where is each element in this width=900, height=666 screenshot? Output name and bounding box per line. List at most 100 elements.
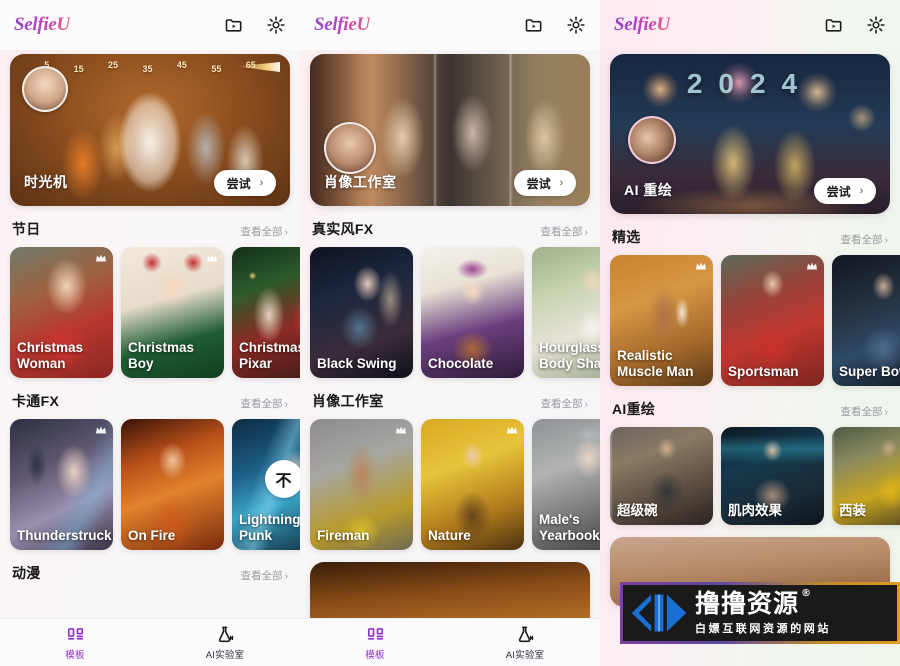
section-header: 精选 查看全部 ›: [600, 214, 900, 255]
template-card[interactable]: 西装: [832, 427, 900, 525]
hero-banner-ai-redraw[interactable]: 2024 AI 重绘 尝试 ›: [610, 54, 890, 214]
section-see-all[interactable]: 查看全部 ›: [841, 232, 889, 247]
card-row[interactable]: Thunderstruck On Fire 不 Lightning Punk: [0, 419, 300, 550]
app-logo: SelfieU: [314, 14, 370, 35]
template-card[interactable]: Hourglass Body Shape: [532, 247, 600, 378]
hero-banner-time-machine[interactable]: 5 15 25 35 45 55 65 时光机 尝试 ›: [10, 54, 290, 206]
hero-label: 时光机: [24, 174, 68, 190]
card-title: 超级碗: [617, 503, 658, 519]
header-actions: [224, 15, 286, 35]
card-title: Realistic Muscle Man: [617, 348, 694, 380]
tab-label: 模板: [65, 649, 85, 661]
flask-icon: [516, 625, 535, 644]
template-card[interactable]: Sportsman: [721, 255, 824, 386]
section-see-all[interactable]: 查看全部 ›: [841, 404, 889, 419]
ruler-tick: 15: [73, 64, 84, 74]
app-header: SelfieU: [600, 0, 900, 50]
bottom-tabbar: 模板 AI实验室: [0, 618, 300, 666]
card-title: Thunderstruck: [17, 528, 112, 544]
hero-label: 肖像工作室: [324, 174, 397, 190]
card-row[interactable]: 超级碗 肌肉效果 西装: [600, 427, 900, 525]
see-all-label: 查看全部: [840, 406, 883, 418]
app-header: SelfieU: [300, 0, 600, 50]
video-folder-icon[interactable]: [224, 15, 244, 35]
hero-banner-portrait-studio[interactable]: 肖像工作室 尝试 ›: [310, 54, 590, 206]
flask-icon: [216, 625, 235, 644]
gear-icon[interactable]: [866, 15, 886, 35]
ruler-tick: 45: [176, 60, 187, 70]
hero-try-button[interactable]: 尝试 ›: [814, 178, 876, 204]
chevron-right-icon: ›: [559, 177, 564, 189]
section-header: 动漫 查看全部 ›: [0, 550, 300, 591]
section-see-all[interactable]: 查看全部 ›: [241, 224, 289, 239]
gear-icon[interactable]: [266, 15, 286, 35]
section-title: 真实风FX: [312, 221, 374, 237]
chevron-right-icon: ›: [284, 225, 289, 238]
card-row[interactable]: Realistic Muscle Man Sportsman Super Bow…: [600, 255, 900, 386]
tab-ai-lab[interactable]: AI实验室: [150, 625, 300, 661]
header-actions: [824, 15, 886, 35]
template-card[interactable]: Male's Yearbook: [532, 419, 600, 550]
hero-label: AI 重绘: [624, 182, 673, 198]
card-title: Christmas Boy: [128, 340, 195, 372]
tab-ai-lab[interactable]: AI实验室: [450, 625, 600, 661]
template-card[interactable]: On Fire: [121, 419, 224, 550]
template-card[interactable]: Super Bowl: [832, 255, 900, 386]
card-title: Super Bowl: [839, 364, 900, 380]
template-card[interactable]: 肌肉效果: [721, 427, 824, 525]
crown-icon: [506, 425, 518, 435]
card-title: Chocolate: [428, 356, 494, 372]
template-icon: [66, 625, 85, 644]
template-card[interactable]: Christmas Pixar: [232, 247, 300, 378]
card-title: Christmas Pixar: [239, 340, 300, 372]
locked-badge[interactable]: 不: [264, 460, 300, 499]
tab-templates[interactable]: 模板: [300, 625, 450, 661]
tab-label: 模板: [365, 649, 385, 661]
section-see-all[interactable]: 查看全部 ›: [241, 568, 289, 583]
card-title: Lightning Punk: [239, 512, 300, 544]
panel-2: SelfieU 肖像工作室 尝试 › 真实风FX 查看全部 › Black Sw…: [300, 0, 600, 666]
section-title: 动漫: [12, 565, 41, 581]
gear-icon[interactable]: [566, 15, 586, 35]
video-folder-icon[interactable]: [824, 15, 844, 35]
section-see-all[interactable]: 查看全部 ›: [541, 224, 589, 239]
template-card[interactable]: 不 Lightning Punk: [232, 419, 300, 550]
card-row[interactable]: Fireman Nature Male's Yearbook: [300, 419, 600, 550]
watermark-logo-icon: [623, 585, 695, 641]
watermark-subtitle: 白嫖互联网资源的网站: [695, 622, 831, 635]
see-all-label: 查看全部: [840, 234, 883, 246]
tab-templates[interactable]: 模板: [0, 625, 150, 661]
watermark-text: 撸撸资源 ® 白嫖互联网资源的网站: [695, 588, 831, 636]
hero-try-label: 尝试: [226, 176, 251, 191]
template-card[interactable]: Chocolate: [421, 247, 524, 378]
chevron-right-icon: ›: [284, 569, 289, 582]
template-icon: [366, 625, 385, 644]
hero-try-button[interactable]: 尝试 ›: [214, 170, 276, 196]
ruler-tick: 35: [142, 64, 153, 74]
template-card[interactable]: Fireman: [310, 419, 413, 550]
template-card[interactable]: Black Swing: [310, 247, 413, 378]
hero-banner-wrap: 2024 AI 重绘 尝试 ›: [600, 50, 900, 214]
card-row[interactable]: Christmas Woman Christmas Boy Christmas …: [0, 247, 300, 378]
template-card[interactable]: Christmas Boy: [121, 247, 224, 378]
section-see-all[interactable]: 查看全部 ›: [241, 396, 289, 411]
section-header: 节日 查看全部 ›: [0, 206, 300, 247]
panel-3: SelfieU 2024 AI 重绘 尝试 › 精选 查看全部 › Realis…: [600, 0, 900, 666]
section-header: 卡通FX 查看全部 ›: [0, 378, 300, 419]
avatar: [22, 66, 68, 112]
template-card[interactable]: 超级碗: [610, 427, 713, 525]
crown-icon: [206, 253, 218, 263]
section-title: AI重绘: [612, 401, 656, 417]
section-see-all[interactable]: 查看全部 ›: [541, 396, 589, 411]
template-card[interactable]: Realistic Muscle Man: [610, 255, 713, 386]
panel-1: SelfieU 5 15 25 35 45 55 时光机 尝试 › 节日 查看全…: [0, 0, 300, 666]
app-logo: SelfieU: [14, 14, 70, 35]
watermark-title: 撸撸资源: [695, 588, 800, 618]
template-card[interactable]: Thunderstruck: [10, 419, 113, 550]
hero-try-button[interactable]: 尝试 ›: [514, 170, 576, 196]
template-card[interactable]: Christmas Woman: [10, 247, 113, 378]
card-row[interactable]: Black Swing Chocolate Hourglass Body Sha…: [300, 247, 600, 378]
template-card[interactable]: Nature: [421, 419, 524, 550]
crown-icon: [695, 261, 707, 271]
video-folder-icon[interactable]: [524, 15, 544, 35]
